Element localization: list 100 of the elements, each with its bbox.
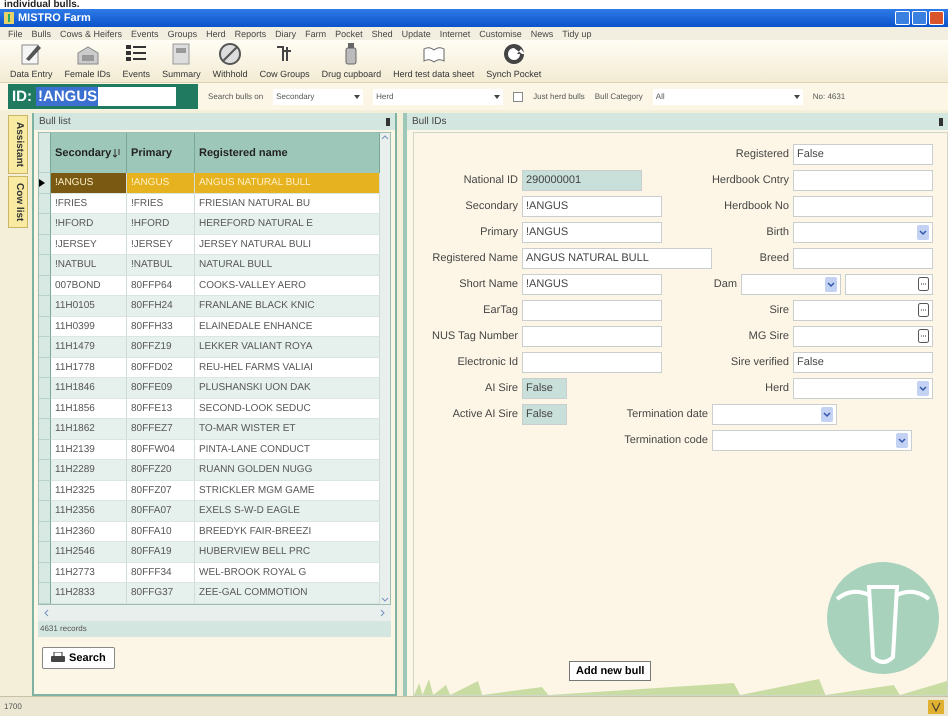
lookup-field[interactable] [793, 326, 933, 346]
ellipsis-icon[interactable] [918, 329, 929, 343]
lookup-field[interactable] [845, 274, 933, 294]
table-cell[interactable]: 80FFD02 [127, 358, 195, 378]
text-field[interactable]: False [793, 144, 933, 164]
table-cell[interactable]: 80FFZ19 [127, 337, 195, 358]
table-cell[interactable]: !JERSEY [127, 234, 195, 255]
table-cell[interactable]: !HFORD [51, 214, 127, 234]
table-cell[interactable]: 80FFW04 [127, 440, 195, 460]
menu-item[interactable]: Bulls [32, 28, 52, 38]
table-cell[interactable]: 11H2289 [51, 460, 127, 480]
table-cell[interactable]: WEL-BROOK ROYAL G [195, 562, 380, 583]
table-cell[interactable]: 80FFEZ7 [127, 419, 195, 440]
menu-item[interactable]: Tidy up [562, 28, 592, 38]
table-cell[interactable]: 11H1846 [51, 378, 127, 398]
table-cell[interactable]: 80FFA19 [127, 542, 195, 562]
text-field[interactable] [522, 326, 662, 346]
toolbar-button[interactable]: Summary [158, 41, 205, 79]
search-dropdown[interactable]: Secondary [273, 88, 364, 104]
table-cell[interactable]: 11H2360 [51, 522, 127, 542]
table-cell[interactable]: PLUSHANSKI UON DAK [195, 378, 380, 398]
id-input[interactable]: !ANGUS [36, 87, 176, 106]
text-field[interactable]: !ANGUS [522, 196, 662, 216]
toolbar-button[interactable]: Events [118, 41, 154, 79]
scroll-down-icon[interactable] [380, 596, 390, 604]
toolbar-button[interactable]: Cow Groups [256, 41, 314, 79]
table-cell[interactable]: FRANLANE BLACK KNIC [195, 296, 380, 316]
horizontal-scrollbar[interactable] [38, 604, 391, 620]
text-field[interactable]: False [522, 404, 567, 424]
table-cell[interactable]: HUBERVIEW BELL PRC [195, 542, 380, 562]
table-cell[interactable]: LEKKER VALIANT ROYA [195, 337, 380, 358]
table-cell[interactable]: RUANN GOLDEN NUGG [195, 460, 380, 480]
table-cell[interactable]: !NATBUL [127, 255, 195, 276]
text-field[interactable]: 290000001 [522, 170, 642, 190]
toolbar-button[interactable]: Drug cupboard [318, 41, 386, 79]
table-cell[interactable]: PINTA-LANE CONDUCT [195, 440, 380, 460]
maximize-button[interactable] [912, 11, 927, 25]
vertical-scrollbar[interactable] [380, 133, 390, 604]
table-cell[interactable]: 80FFH24 [127, 296, 195, 316]
lookup-field[interactable] [793, 300, 933, 320]
menu-item[interactable]: News [530, 28, 554, 38]
close-button[interactable] [929, 11, 944, 25]
table-cell[interactable]: SECOND-LOOK SEDUC [195, 398, 380, 419]
toolbar-button[interactable]: Synch Pocket [482, 41, 546, 79]
table-cell[interactable]: 11H2546 [51, 542, 127, 562]
table-cell[interactable]: STRICKLER MGM GAME [195, 480, 380, 501]
add-bull-button[interactable]: Add new bull [569, 661, 652, 681]
scroll-right-icon[interactable] [379, 608, 387, 618]
table-cell[interactable]: !FRIES [127, 194, 195, 214]
table-cell[interactable]: REU-HEL FARMS VALIAI [195, 358, 380, 378]
table-cell[interactable]: !NATBUL [51, 255, 127, 276]
dropdown-field[interactable] [741, 274, 841, 294]
text-field[interactable]: ANGUS NATURAL BULL [522, 248, 712, 268]
menu-item[interactable]: File [8, 28, 23, 38]
column-header[interactable]: Primary [127, 133, 195, 173]
table-cell[interactable]: 80FFG37 [127, 583, 195, 604]
column-header[interactable]: Registered name [195, 133, 380, 173]
text-field[interactable] [522, 300, 662, 320]
menu-item[interactable]: Diary [275, 28, 296, 38]
category-dropdown[interactable]: All [652, 88, 803, 104]
table-cell[interactable]: 80FFP64 [127, 276, 195, 296]
table-cell[interactable]: EXELS S-W-D EAGLE [195, 501, 380, 522]
pin-icon[interactable] [386, 118, 390, 126]
toolbar-button[interactable]: Female IDs [60, 41, 115, 79]
table-cell[interactable]: 11H1856 [51, 398, 127, 419]
menu-item[interactable]: Herd [206, 28, 226, 38]
text-field[interactable] [522, 352, 662, 372]
table-cell[interactable]: 11H1778 [51, 358, 127, 378]
table-cell[interactable]: HEREFORD NATURAL E [195, 214, 380, 234]
menu-item[interactable]: Customise [479, 28, 522, 38]
menu-item[interactable]: Pocket [335, 28, 363, 38]
table-cell[interactable]: JERSEY NATURAL BULI [195, 234, 380, 255]
dropdown-field[interactable] [712, 430, 912, 450]
table-cell[interactable]: 11H2356 [51, 501, 127, 522]
table-cell[interactable]: COOKS-VALLEY AERO [195, 276, 380, 296]
herd-dropdown[interactable]: Herd [373, 88, 504, 104]
table-cell[interactable]: ELAINEDALE ENHANCE [195, 316, 380, 337]
text-field[interactable] [793, 170, 933, 190]
menu-item[interactable]: Farm [305, 28, 326, 38]
menu-item[interactable]: Internet [440, 28, 470, 38]
side-tab[interactable]: Assistant [8, 115, 28, 174]
table-cell[interactable]: 80FFE09 [127, 378, 195, 398]
ellipsis-icon[interactable] [918, 303, 929, 317]
text-field[interactable]: !ANGUS [522, 222, 662, 242]
checkbox[interactable] [513, 92, 524, 102]
toolbar-button[interactable]: Data Entry [6, 41, 57, 79]
table-cell[interactable]: !FRIES [51, 194, 127, 214]
menu-item[interactable]: Shed [372, 28, 393, 38]
table-cell[interactable]: 11H1862 [51, 419, 127, 440]
table-cell[interactable]: 80FFE13 [127, 398, 195, 419]
table-cell[interactable]: 80FFH33 [127, 316, 195, 337]
text-field[interactable]: False [522, 378, 567, 398]
table-cell[interactable]: 11H2773 [51, 562, 127, 583]
ellipsis-icon[interactable] [918, 277, 929, 291]
table-cell[interactable]: 11H2833 [51, 583, 127, 604]
row-selector[interactable] [39, 173, 51, 194]
dropdown-field[interactable] [712, 404, 837, 424]
table-cell[interactable]: TO-MAR WISTER ET [195, 419, 380, 440]
dropdown-field[interactable] [793, 222, 933, 242]
table-cell[interactable]: ZEE-GAL COMMOTION [195, 583, 380, 604]
